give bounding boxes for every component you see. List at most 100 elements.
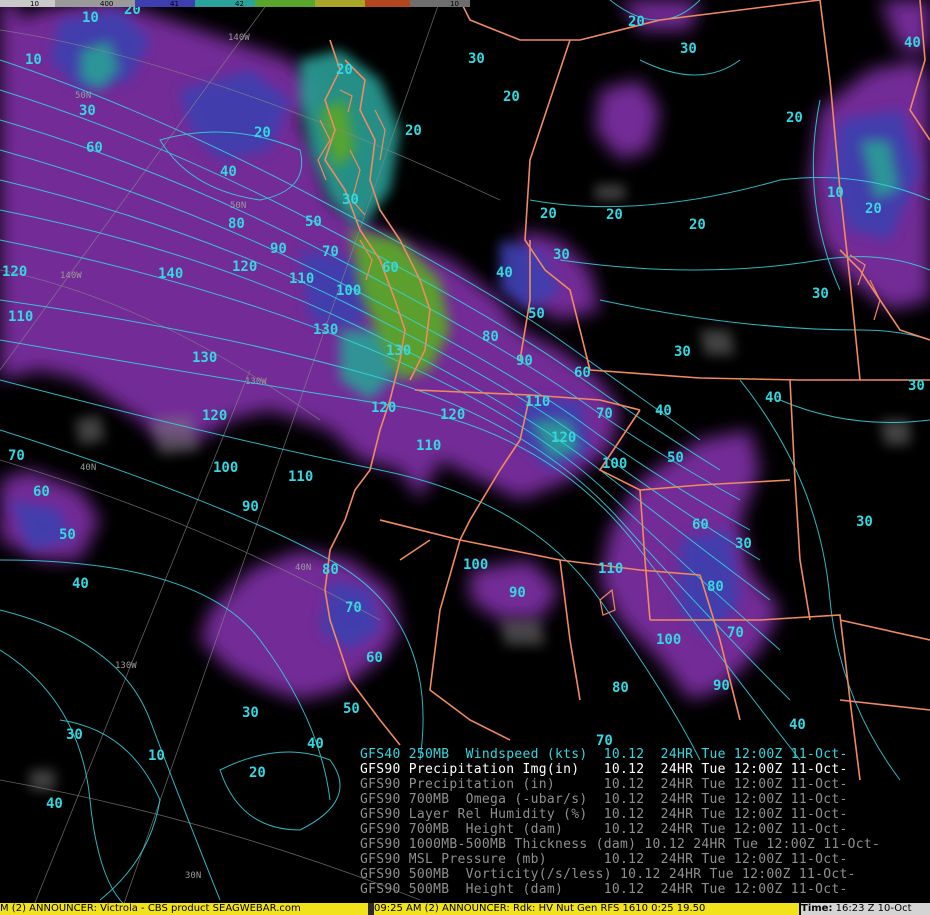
contour-label: 120 [551,430,576,446]
announcer-ticker-right[interactable]: 09:25 AM (2) ANNOUNCER: Rdk: HV Nut Gen … [374,903,799,915]
contour-label: 10 [25,52,42,68]
contour-label: 30 [735,536,752,552]
contour-label: 130 [313,322,338,338]
contour-label: 80 [612,680,629,696]
contour-label: 20 [786,110,803,126]
contour-label: 20 [254,125,271,141]
contour-label: 110 [289,271,314,287]
contour-label: 40 [765,390,782,406]
legend-item-500mb-height[interactable]: GFS90 500MB Height (dam) 10.12 24HR Tue … [360,882,848,897]
contour-label: 30 [908,378,925,394]
contour-label: 20 [606,207,623,223]
contour-label: 80 [707,579,724,595]
colorbar-tick: 41 [170,0,179,8]
contour-label: 10 [148,748,165,764]
grid-label: 40N [295,563,311,573]
colorbar-tick: 42 [235,0,244,8]
legend-item-precip[interactable]: GFS90 Precipitation (in) 10.12 24HR Tue … [360,777,848,792]
contour-label: 20 [689,217,706,233]
contour-label: 120 [440,407,465,423]
contour-label: 30 [812,286,829,302]
contour-label: 110 [525,394,550,410]
legend-item-msl-pressure[interactable]: GFS90 MSL Pressure (mb) 10.12 24HR Tue 1… [360,852,848,867]
contour-label: 90 [270,241,287,257]
colorbar-tick: 400 [100,0,113,8]
contour-label: 60 [692,517,709,533]
clock-display: Time: 16:23 Z 10-Oct [801,903,930,915]
contour-label: 120 [202,408,227,424]
grid-label: 130W [115,661,137,671]
contour-label: 30 [242,705,259,721]
legend-item-700mb-height[interactable]: GFS90 700MB Height (dam) 10.12 24HR Tue … [360,822,848,837]
contour-label: 30 [680,41,697,57]
contour-label: 40 [904,35,921,51]
contour-label: 100 [656,632,681,648]
contour-label: 90 [509,585,526,601]
legend-item-700mb-omega[interactable]: GFS90 700MB Omega (-ubar/s) 10.12 24HR T… [360,792,848,807]
contour-label: 60 [86,140,103,156]
contour-label: 50 [305,214,322,230]
contour-label: 110 [8,309,33,325]
contour-label: 20 [405,123,422,139]
grid-label: 40N [80,463,96,473]
contour-label: 60 [33,484,50,500]
contour-label: 30 [79,103,96,119]
contour-label: 90 [516,353,533,369]
grid-label: 140W [228,33,250,43]
announcer-ticker-left[interactable]: M (2) ANNOUNCER: Victrola - CBS product … [0,903,368,915]
contour-label: 110 [288,469,313,485]
contour-label: 40 [46,796,63,812]
contour-label: 70 [596,406,613,422]
contour-label: 20 [249,765,266,781]
contour-label: 110 [416,438,441,454]
contour-label: 130 [192,350,217,366]
contour-label: 30 [468,51,485,67]
product-legend: GFS40 250MB Windspeed (kts) 10.12 24HR T… [360,747,930,899]
contour-label: 140 [158,266,183,282]
contour-label: 70 [345,600,362,616]
legend-item-250mb-windspeed[interactable]: GFS40 250MB Windspeed (kts) 10.12 24HR T… [360,747,848,762]
contour-label: 30 [553,247,570,263]
contour-label: 20 [336,62,353,78]
contour-label: 40 [72,576,89,592]
legend-item-thickness[interactable]: GFS90 1000MB-500MB Thickness (dam) 10.12… [360,837,880,852]
contour-label: 100 [336,283,361,299]
contour-label: 60 [366,650,383,666]
grid-label: 30N [185,871,201,881]
contour-label: 80 [322,562,339,578]
contour-label: 30 [66,727,83,743]
contour-label: 50 [528,306,545,322]
time-label: Time: [801,903,833,914]
legend-item-precip-img[interactable]: GFS90 Precipitation Img(in) 10.12 24HR T… [360,762,848,777]
contour-label: 50 [343,701,360,717]
contour-label: 40 [220,164,237,180]
contour-label: 70 [322,244,339,260]
contour-label: 40 [655,403,672,419]
status-bar: M (2) ANNOUNCER: Victrola - CBS product … [0,903,930,915]
legend-item-500mb-vorticity[interactable]: GFS90 500MB Vorticity(/s/less) 10.12 24H… [360,867,856,882]
contour-label: 30 [342,192,359,208]
contour-label: 110 [598,561,623,577]
contour-label: 70 [8,448,25,464]
contour-label: 70 [727,625,744,641]
contour-label: 30 [674,344,691,360]
grid-label: 140W [60,271,82,281]
contour-label: 80 [482,329,499,345]
colorbar-tick: 10 [30,0,39,8]
time-value: 16:23 Z 10-Oct [835,903,912,914]
legend-item-layer-rh[interactable]: GFS90 Layer Rel Humidity (%) 10.12 24HR … [360,807,848,822]
contour-label: 60 [574,365,591,381]
contour-label: 20 [503,89,520,105]
contour-label: 90 [242,499,259,515]
precip-colorbar: 10 400 41 42 10 [0,0,470,8]
contour-label: 50 [667,450,684,466]
contour-label: 10 [82,10,99,26]
contour-label: 30 [856,514,873,530]
contour-label: 20 [628,14,645,30]
contour-label: 40 [496,265,513,281]
colorbar-tick: 10 [450,0,459,8]
contour-label: 50 [59,527,76,543]
contour-label: 90 [713,678,730,694]
contour-label: 130 [386,343,411,359]
contour-label: 20 [865,201,882,217]
